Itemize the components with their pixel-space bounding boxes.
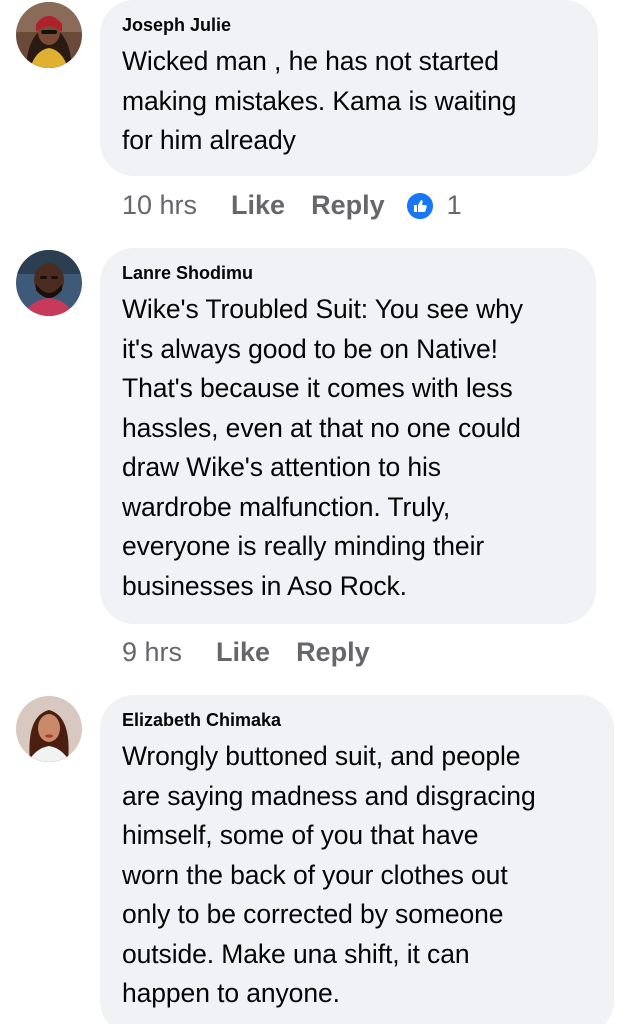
- reply-button[interactable]: Reply: [311, 190, 385, 221]
- comment-author[interactable]: Joseph Julie: [122, 14, 576, 36]
- comment-bubble: Elizabeth Chimaka Wrongly buttoned suit,…: [100, 695, 614, 1024]
- comment-actions: 10 hrs Like Reply 1: [122, 190, 462, 221]
- comment-time[interactable]: 10 hrs: [122, 190, 197, 221]
- avatar-photo-icon: [16, 250, 82, 316]
- comment-author[interactable]: Elizabeth Chimaka: [122, 709, 592, 731]
- comment-text: Wrongly buttoned suit, and people are sa…: [122, 741, 536, 1008]
- avatar[interactable]: [16, 2, 82, 68]
- avatar-photo-icon: [16, 2, 82, 68]
- avatar-photo-icon: [16, 696, 82, 762]
- comment-text: Wicked man , he has not started making m…: [122, 46, 517, 155]
- comment-bubble: Joseph Julie Wicked man , he has not sta…: [100, 0, 598, 176]
- like-button[interactable]: Like: [216, 637, 270, 668]
- comment-time[interactable]: 9 hrs: [122, 637, 182, 668]
- avatar[interactable]: [16, 250, 82, 316]
- comment-actions: 9 hrs Like Reply: [122, 637, 396, 668]
- thumbs-up-icon: [404, 190, 435, 221]
- comment-author[interactable]: Lanre Shodimu: [122, 262, 574, 284]
- comment-text: Wike's Troubled Suit: You see why it's a…: [122, 294, 523, 601]
- avatar[interactable]: [16, 696, 82, 762]
- reaction-count: 1: [446, 190, 462, 220]
- like-button[interactable]: Like: [231, 190, 285, 221]
- comments-thread: Joseph Julie Wicked man , he has not sta…: [0, 0, 635, 1024]
- comment-bubble: Lanre Shodimu Wike's Troubled Suit: You …: [100, 248, 596, 624]
- reaction-summary[interactable]: 1: [404, 190, 462, 221]
- reply-button[interactable]: Reply: [296, 637, 370, 668]
